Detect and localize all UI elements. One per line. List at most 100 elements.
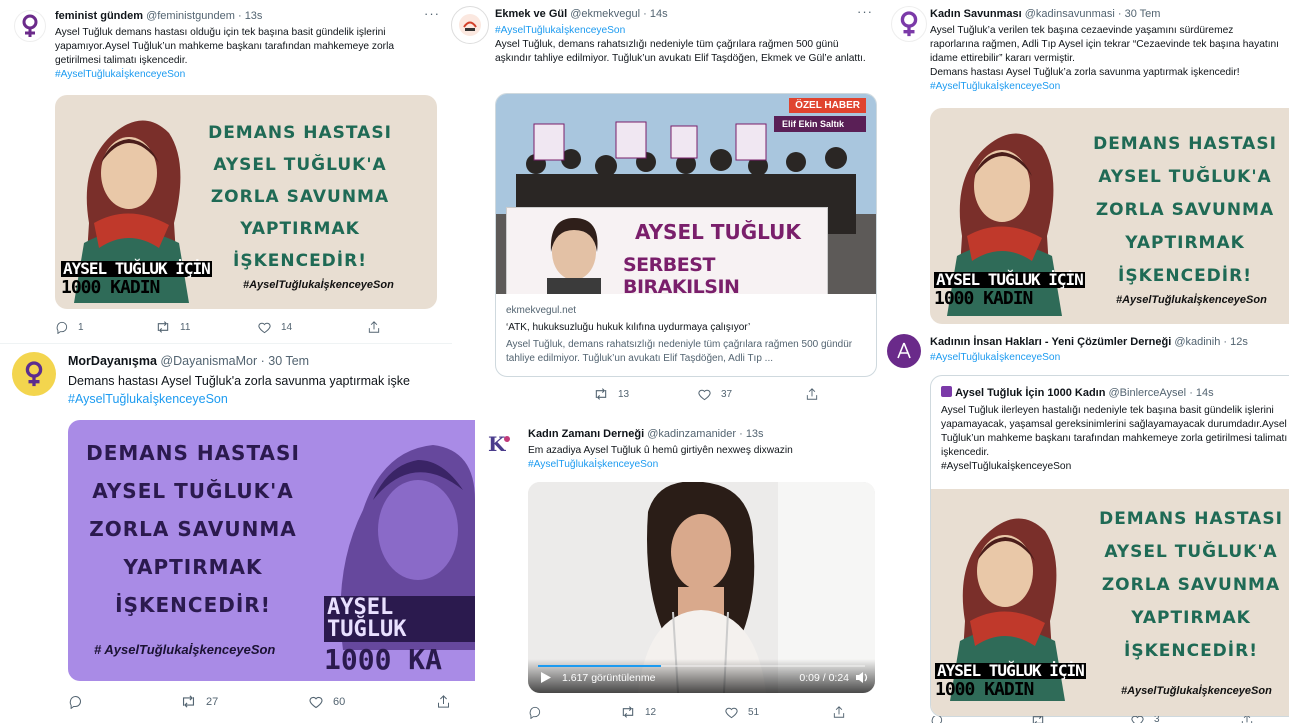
timestamp[interactable]: · 13s bbox=[739, 428, 763, 440]
avatar[interactable]: K bbox=[484, 428, 516, 460]
share-button[interactable] bbox=[1240, 716, 1254, 723]
retweet-button[interactable]: 11 bbox=[155, 320, 257, 334]
tweet-ekmekvegul[interactable]: Ekmek ve Gül @ekmekvegul · 14s ··· #Ayse… bbox=[445, 0, 885, 415]
timestamp[interactable]: · 13s bbox=[238, 10, 262, 22]
poster-line: İŞKENCEDİR! bbox=[233, 251, 367, 271]
author-name[interactable]: MorDayanışma bbox=[68, 354, 157, 368]
retweet-icon bbox=[1032, 716, 1044, 723]
poster-line: YAPTIRMAK bbox=[1131, 608, 1251, 628]
retweet-count: 27 bbox=[206, 695, 219, 708]
banner-line-1: AYSEL TUĞLUK bbox=[635, 220, 801, 244]
more-icon[interactable]: ··· bbox=[857, 4, 873, 19]
like-button[interactable]: 51 bbox=[724, 705, 832, 719]
video-progress-track[interactable] bbox=[538, 665, 865, 667]
avatar[interactable] bbox=[451, 6, 489, 44]
reply-button[interactable]: 1 bbox=[55, 320, 155, 334]
tweet-kadinih[interactable]: Kadının İnsan Hakları - Yeni Çözümler De… bbox=[885, 330, 1289, 723]
tweet-mordayanisma[interactable]: MorDayanışma @DayanismaMor · 30 Tem Dema… bbox=[0, 344, 475, 723]
share-button[interactable] bbox=[805, 387, 819, 401]
hashtag-link[interactable]: #AyselTuğlukaİşkenceyeSon bbox=[55, 68, 440, 82]
like-icon bbox=[258, 322, 271, 334]
author-handle[interactable]: @feministgundem bbox=[146, 10, 235, 22]
link-card-photo: ÖZEL HABER Elif Ekin Saltık AYSEL TUĞLUK… bbox=[496, 94, 876, 294]
retweet-button[interactable] bbox=[1030, 716, 1130, 723]
poster-title: DEMANS HASTASI AYSEL TUĞLUK'A ZORLA SAVU… bbox=[78, 434, 308, 624]
tweet-kadinsavunmasi[interactable]: Kadın Savunması @kadinsavunmasi · 30 Tem… bbox=[885, 0, 1289, 326]
avatar[interactable] bbox=[12, 352, 56, 396]
reply-button[interactable] bbox=[930, 716, 1030, 723]
retweet-button[interactable]: 12 bbox=[620, 705, 724, 719]
share-button[interactable] bbox=[436, 694, 451, 709]
poster-image[interactable]: DEMANS HASTASI AYSEL TUĞLUK'A ZORLA SAVU… bbox=[930, 108, 1289, 324]
retweet-button[interactable]: 13 bbox=[593, 387, 697, 401]
quoted-author-name[interactable]: Aysel Tuğluk İçin 1000 Kadın bbox=[955, 387, 1105, 399]
share-icon bbox=[1241, 716, 1253, 723]
hashtag-link[interactable]: #AyselTuğlukaİşkenceyeSon bbox=[528, 458, 873, 472]
reply-button[interactable] bbox=[495, 387, 593, 401]
poster-image-purple[interactable]: DEMANS HASTASI AYSEL TUĞLUK'A ZORLA SAVU… bbox=[68, 420, 475, 681]
poster-image[interactable]: DEMANS HASTASI AYSEL TUĞLUK'A ZORLA SAVU… bbox=[55, 95, 437, 309]
author-name[interactable]: Kadının İnsan Hakları - Yeni Çözümler De… bbox=[930, 336, 1171, 348]
poster-line: İŞKENCEDİR! bbox=[1124, 641, 1258, 661]
campaign-name-line: 1000 KADIN bbox=[935, 679, 1034, 700]
share-button[interactable] bbox=[832, 705, 846, 719]
timestamp[interactable]: · 12s bbox=[1223, 336, 1247, 348]
hashtag-link[interactable]: #AyselTuğlukaİşkenceyeSon bbox=[930, 80, 1285, 94]
like-button[interactable]: 3 bbox=[1130, 716, 1240, 723]
venus-icon bbox=[25, 361, 43, 387]
timestamp[interactable]: · 14s bbox=[643, 8, 667, 20]
protest-banner: AYSEL TUĞLUK SERBEST BIRAKILSIN bbox=[506, 207, 828, 294]
view-count: 1.617 görüntülenme bbox=[562, 672, 656, 684]
reply-button[interactable] bbox=[528, 705, 620, 719]
quoted-hashtag[interactable]: #AyselTuğlukaİşkenceyeSon bbox=[941, 460, 1289, 474]
author-name[interactable]: Ekmek ve Gül bbox=[495, 8, 567, 20]
author-handle[interactable]: @DayanismaMor bbox=[160, 354, 257, 368]
author-handle[interactable]: @kadinsavunmasi bbox=[1025, 8, 1115, 20]
tweet-feministgundem[interactable]: feminist gündem @feministgundem · 13s ··… bbox=[0, 0, 452, 342]
like-button[interactable]: 14 bbox=[257, 320, 367, 334]
tweet-text: Aysel Tuğluk’a verilen tek başına cezaev… bbox=[930, 25, 1280, 64]
like-button[interactable]: 37 bbox=[697, 387, 805, 401]
timestamp[interactable]: · 30 Tem bbox=[1118, 8, 1161, 20]
play-icon[interactable] bbox=[540, 671, 552, 684]
timestamp[interactable]: · 30 Tem bbox=[261, 354, 309, 368]
poster-image[interactable]: DEMANS HASTASI AYSEL TUĞLUK'A ZORLA SAVU… bbox=[931, 489, 1289, 716]
hashtag-link[interactable]: #AyselTuğlukaİşkenceyeSon bbox=[495, 24, 875, 38]
quoted-author-handle[interactable]: @BinlerceAysel bbox=[1109, 387, 1187, 399]
kadinih-logo-icon bbox=[897, 342, 911, 359]
quoted-avatar-icon bbox=[941, 386, 952, 397]
byline-badge: Elif Ekin Saltık bbox=[773, 116, 866, 132]
retweet-count: 12 bbox=[645, 706, 657, 718]
like-button[interactable]: 60 bbox=[308, 694, 436, 709]
author-handle[interactable]: @ekmekvegul bbox=[570, 8, 640, 20]
poster-hashtag: #AyselTuğlukaİşkenceyeSon bbox=[1116, 294, 1267, 306]
author-name[interactable]: Kadın Savunması bbox=[930, 8, 1022, 20]
poster-hashtag: # AyselTuğlukaİşkenceyeSon bbox=[94, 642, 276, 657]
quoted-tweet[interactable]: Aysel Tuğluk İçin 1000 Kadın @BinlerceAy… bbox=[930, 375, 1289, 717]
avatar[interactable] bbox=[887, 334, 921, 368]
kadinzamani-logo-icon: K bbox=[488, 432, 510, 456]
reply-button[interactable] bbox=[68, 694, 180, 709]
retweet-button[interactable]: 27 bbox=[180, 694, 308, 709]
video-player[interactable]: 1.617 görüntülenme 0:09 / 0:24 bbox=[528, 482, 875, 693]
volume-icon[interactable] bbox=[855, 671, 869, 684]
author-handle[interactable]: @kadinzamanider bbox=[647, 428, 736, 440]
author-name[interactable]: feminist gündem bbox=[55, 10, 143, 22]
hashtag-link[interactable]: #AyselTuğlukaİşkenceyeSon bbox=[68, 390, 448, 408]
campaign-name-line: 1000 KADIN bbox=[934, 288, 1033, 309]
quoted-timestamp[interactable]: · 14s bbox=[1189, 387, 1213, 399]
avatar[interactable] bbox=[14, 10, 46, 42]
hashtag-link[interactable]: #AyselTuğlukaİşkenceyeSon bbox=[930, 351, 1285, 365]
author-handle[interactable]: @kadinih bbox=[1174, 336, 1220, 348]
poster-line: AYSEL TUĞLUK'A bbox=[213, 155, 387, 175]
poster-hashtag: #AyselTuğlukaİşkenceyeSon bbox=[243, 279, 394, 291]
link-description: Aysel Tuğluk, demans rahatsızlığı nedeni… bbox=[506, 339, 853, 364]
tweet-kadinzamani[interactable]: K Kadın Zamanı Derneği @kadinzamanider ·… bbox=[478, 420, 878, 723]
author-name[interactable]: Kadın Zamanı Derneği bbox=[528, 428, 644, 440]
link-card[interactable]: ÖZEL HABER Elif Ekin Saltık AYSEL TUĞLUK… bbox=[495, 93, 877, 377]
poster-line: YAPTIRMAK bbox=[123, 555, 263, 579]
more-icon[interactable]: ··· bbox=[424, 6, 440, 21]
share-button[interactable] bbox=[367, 320, 381, 334]
tweet-text: Demans hastası Aysel Tuğluk'a zorla savu… bbox=[68, 374, 410, 388]
avatar[interactable] bbox=[891, 6, 927, 42]
